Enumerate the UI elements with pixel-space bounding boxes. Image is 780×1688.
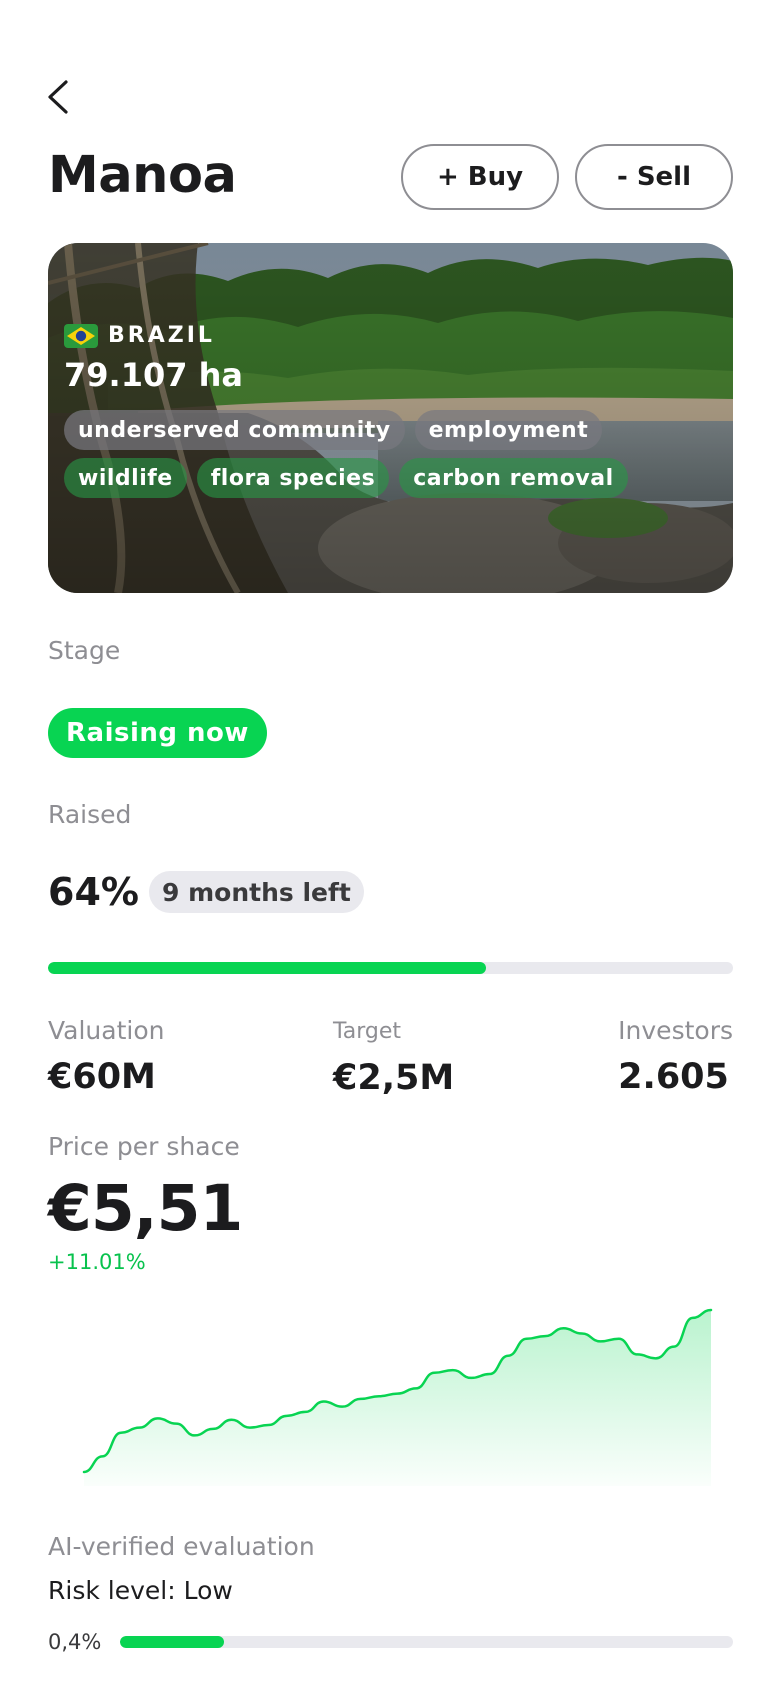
raised-progress-fill [48,962,487,974]
price-label: Price per shace [48,1132,240,1161]
raised-percent: 64% [48,870,139,914]
country-label: BRAZIL [64,323,664,348]
area-size: 79.107 ha [64,356,243,394]
raised-progress-bar [48,962,733,974]
raised-label: Raised [48,800,132,829]
valuation-label: Valuation [48,1016,165,1045]
price-value: €5,51 [48,1172,243,1245]
price-change: +11.01% [48,1250,146,1274]
impact-tag: wildlife [64,458,187,498]
target-label: Target [333,1019,402,1044]
investors-stat: Investors 2.605 [618,1016,733,1097]
price-chart-area [84,1310,711,1486]
risk-level-text: Risk level: Low [48,1576,233,1605]
impact-tag: underserved community [64,410,405,450]
buy-button[interactable]: + Buy [401,144,559,210]
stage-label: Stage [48,636,121,665]
risk-bar-fill [120,1636,225,1648]
investors-value: 2.605 [618,1057,729,1097]
page-title: Manoa [48,146,237,205]
country-name: BRAZIL [108,323,215,348]
risk-percent: 0,4% [48,1630,102,1654]
evaluation-label: AI-verified evaluation [48,1532,315,1561]
stage-status-badge: Raising now [48,708,267,758]
impact-tags: underserved community employment wildlife f… [64,410,664,498]
price-chart [82,1308,713,1486]
brazil-flag-icon [64,323,98,348]
time-left-badge: 9 months left [149,871,364,913]
back-button[interactable] [44,72,84,122]
risk-bar [120,1636,733,1648]
investors-label: Investors [618,1016,733,1045]
target-value: €2,5M [333,1058,455,1098]
target-stat: Target €2,5M [333,1016,454,1098]
impact-tag: employment [414,410,603,450]
project-hero-card: BRAZIL 79.107 ha underserved community em… [48,243,733,593]
sell-button[interactable]: - Sell [575,144,733,210]
impact-tag: carbon removal [399,458,628,498]
impact-tag: flora species [196,458,390,498]
valuation-stat: Valuation €60M [48,1016,164,1097]
valuation-value: €60M [48,1057,156,1097]
chevron-left-icon [48,80,68,114]
